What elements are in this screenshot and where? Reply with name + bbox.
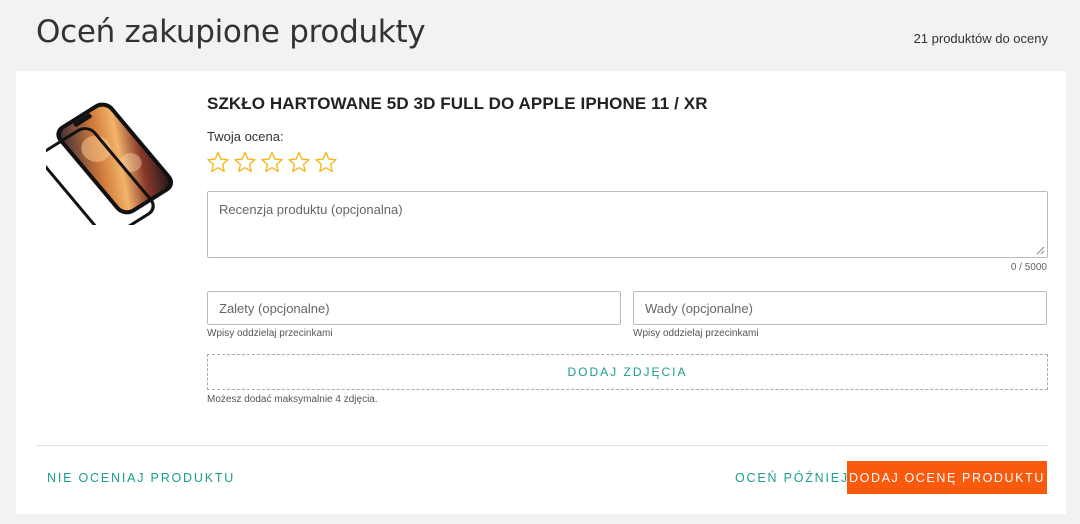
pros-input[interactable] (208, 292, 620, 324)
star-icon-3[interactable] (260, 150, 284, 174)
star-icon-2[interactable] (233, 150, 257, 174)
cons-input[interactable] (634, 292, 1046, 324)
pros-hint: Wpisy oddzielaj przecinkami (207, 328, 333, 339)
product-name: SZKŁO HARTOWANE 5D 3D FULL DO APPLE IPHO… (207, 94, 708, 113)
phone-screen-protector-image (46, 102, 174, 225)
resize-grip-icon[interactable] (1036, 246, 1045, 255)
add-photos-button[interactable]: DODAJ ZDJĘCIA (207, 354, 1048, 390)
cons-hint: Wpisy oddzielaj przecinkami (633, 328, 759, 339)
review-textarea-wrapper (207, 191, 1048, 258)
divider (36, 445, 1048, 446)
review-card: SZKŁO HARTOWANE 5D 3D FULL DO APPLE IPHO… (16, 71, 1066, 514)
star-icon-5[interactable] (314, 150, 338, 174)
star-icon-4[interactable] (287, 150, 311, 174)
rate-later-link[interactable]: OCEŃ PÓŹNIEJ (735, 471, 849, 485)
products-to-rate-count: 21 produktów do oceny (913, 31, 1048, 46)
submit-review-button[interactable]: DODAJ OCENĘ PRODUKTU (847, 461, 1047, 494)
pros-field-wrapper (207, 291, 621, 325)
review-char-counter: 0 / 5000 (1010, 262, 1047, 273)
photos-limit-note: Możesz dodać maksymalnie 4 zdjęcia. (207, 394, 378, 405)
star-icon-1[interactable] (206, 150, 230, 174)
page-title: Oceń zakupione produkty (36, 14, 426, 50)
skip-product-link[interactable]: NIE OCENIAJ PRODUKTU (47, 471, 235, 485)
rating-label: Twoja ocena: (207, 129, 284, 144)
cons-field-wrapper (633, 291, 1047, 325)
star-rating (206, 150, 338, 174)
review-textarea[interactable] (208, 192, 1047, 257)
